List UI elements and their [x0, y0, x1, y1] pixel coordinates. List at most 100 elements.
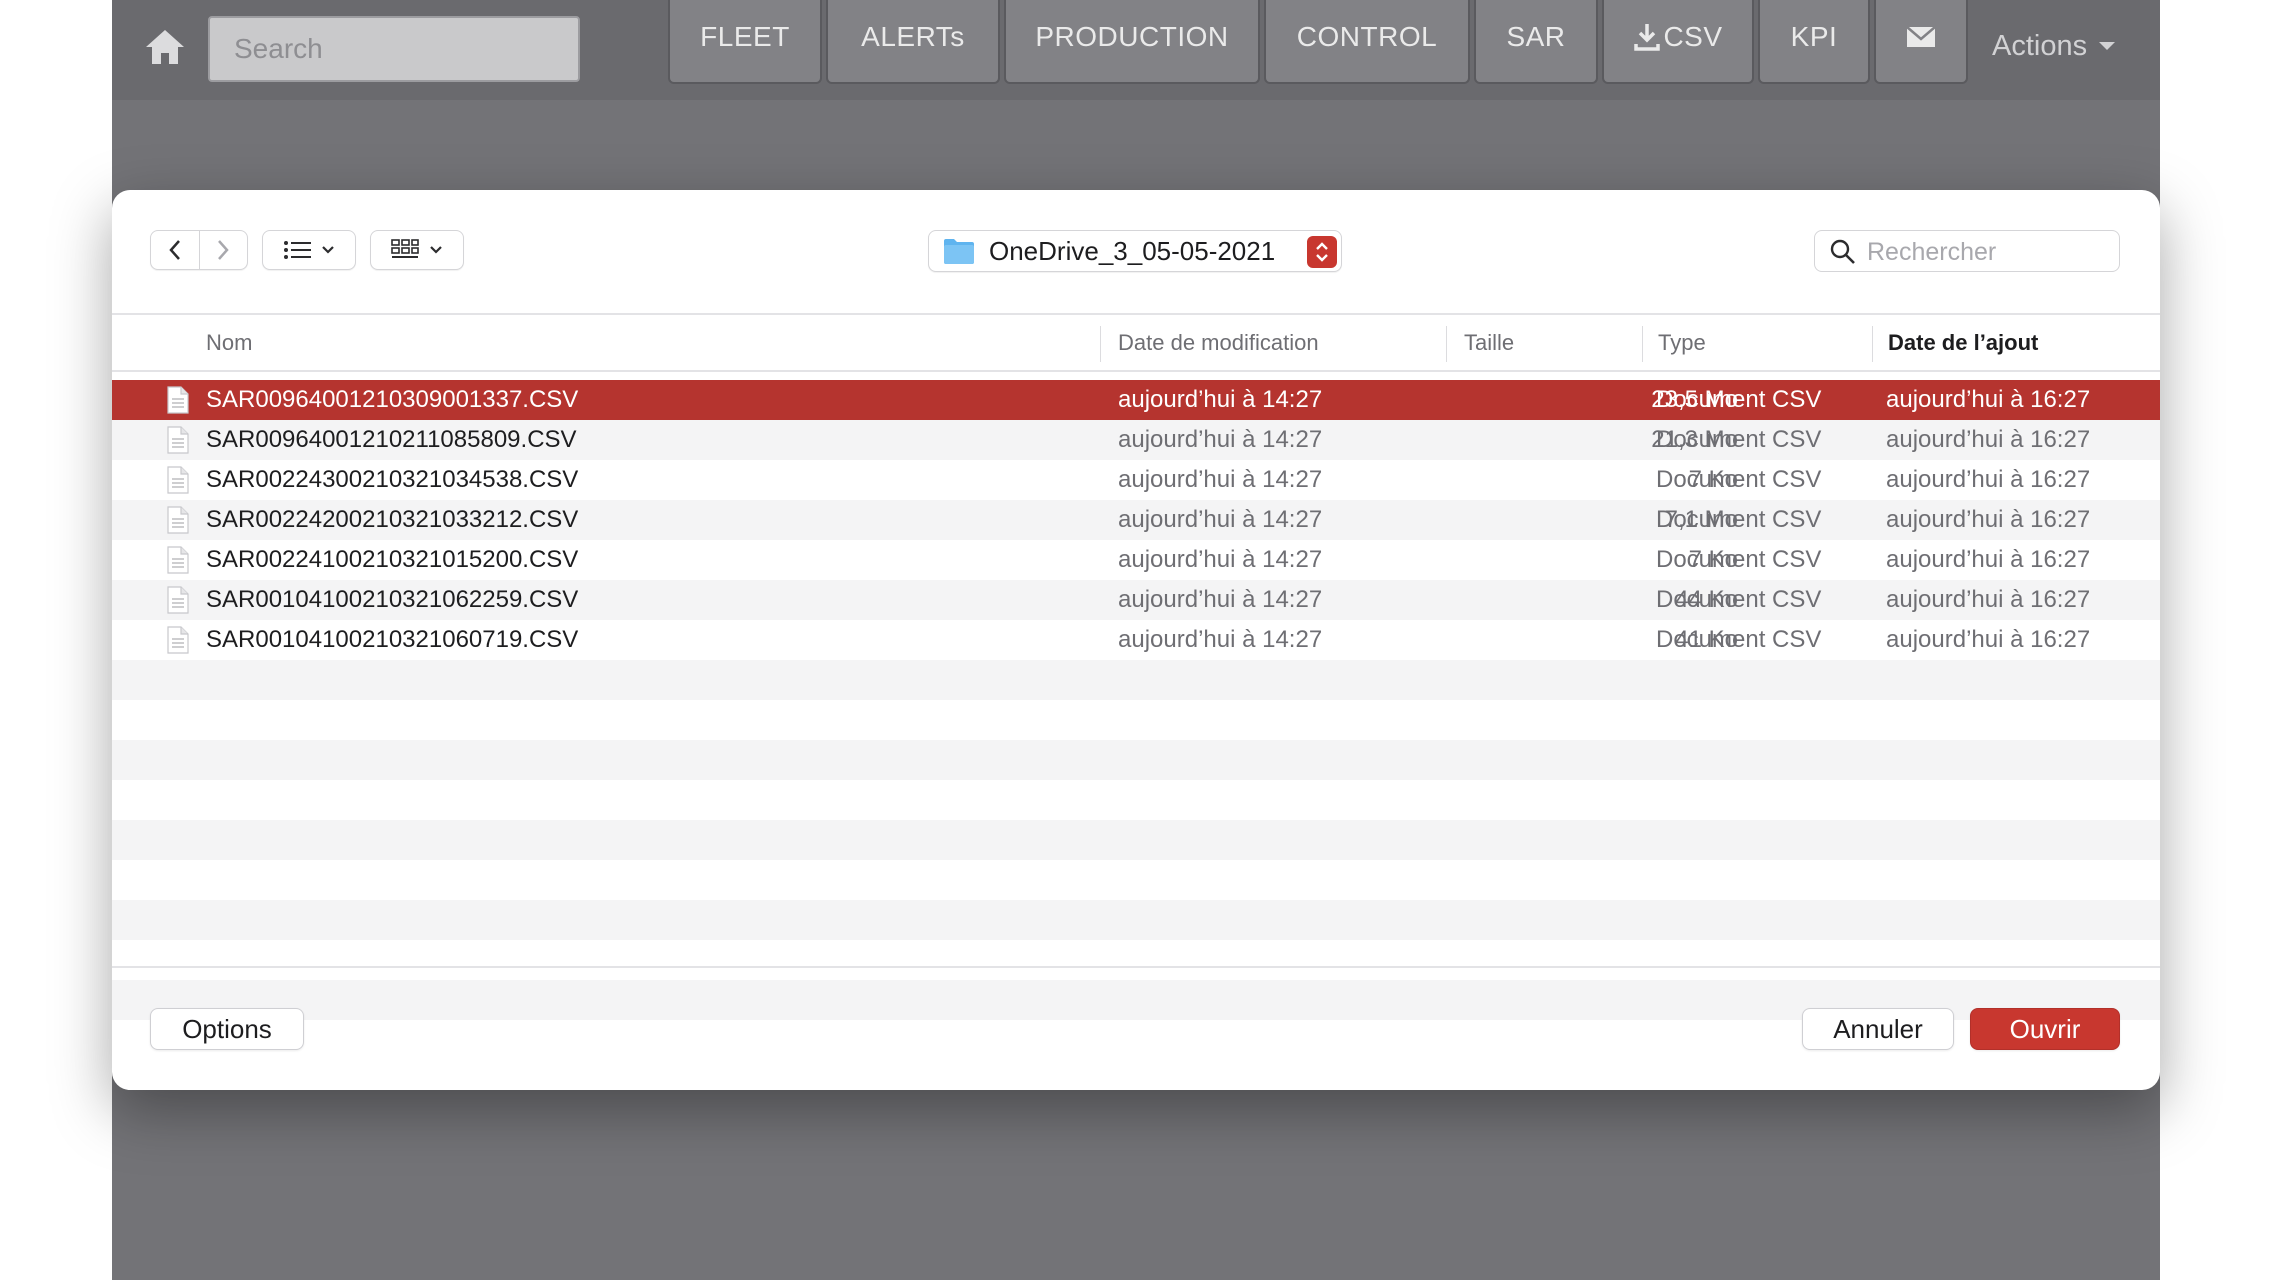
open-label: Ouvrir [2009, 1013, 2081, 1044]
dialog-toolbar: OneDrive_3_05-05-2021 [112, 190, 2160, 314]
empty-row-stripe [112, 660, 2160, 700]
location-stepper[interactable] [1307, 236, 1337, 268]
actions-label: Actions [1992, 29, 2088, 62]
nav-production-label: PRODUCTION [1035, 21, 1229, 52]
document-icon [167, 506, 189, 534]
empty-row-stripe [112, 740, 2160, 780]
column-header-modified[interactable]: Date de modification [1106, 316, 1446, 370]
file-type: Document CSV [1656, 386, 1822, 413]
file-type: Document CSV [1656, 626, 1822, 653]
file-name: SAR00964001210309001337.CSV [206, 386, 579, 413]
column-separator [1872, 326, 1873, 362]
finder-search-field[interactable] [1814, 230, 2120, 272]
empty-row-stripe [112, 900, 2160, 940]
file-added: aujourd’hui à 16:27 [1886, 466, 2091, 493]
up-down-chevron-icon [1316, 242, 1328, 262]
app-background: FLEET ALERTs PRODUCTION CONTROL SAR CSV … [112, 0, 2160, 1280]
file-type: Document CSV [1656, 426, 1822, 453]
grid-view-button[interactable] [370, 230, 464, 270]
open-button[interactable]: Ouvrir [1970, 1008, 2120, 1050]
location-label: OneDrive_3_05-05-2021 [989, 235, 1276, 266]
forward-button[interactable] [200, 231, 248, 269]
file-type: Document CSV [1656, 506, 1822, 533]
nav-search-input[interactable] [208, 16, 580, 82]
caret-down-icon [2099, 42, 2116, 50]
top-navbar: FLEET ALERTs PRODUCTION CONTROL SAR CSV … [112, 0, 2160, 100]
column-header-name[interactable]: Nom [194, 316, 1214, 370]
file-row[interactable]: SAR00104100210321062259.CSV aujourd’hui … [112, 580, 2160, 620]
column-header-type[interactable]: Type [1646, 316, 1872, 370]
options-label: Options [182, 1013, 272, 1044]
empty-row-stripe [112, 820, 2160, 860]
document-icon [167, 386, 189, 414]
footer-divider [112, 966, 2160, 968]
grid-icon [391, 239, 419, 258]
file-name: SAR00104100210321060719.CSV [206, 626, 579, 653]
column-header-type-label: Type [1658, 330, 1706, 355]
file-row[interactable]: SAR00224100210321015200.CSV aujourd’hui … [112, 540, 2160, 580]
finder-search-input[interactable] [1865, 233, 2109, 271]
nav-production-button[interactable]: PRODUCTION [1004, 0, 1260, 84]
file-type: Document CSV [1656, 466, 1822, 493]
nav-fleet-label: FLEET [700, 21, 790, 52]
file-added: aujourd’hui à 16:27 [1886, 386, 2091, 413]
list-view-button[interactable] [262, 230, 356, 270]
nav-control-label: CONTROL [1296, 21, 1438, 52]
file-added: aujourd’hui à 16:27 [1886, 546, 2091, 573]
file-name: SAR00964001210211085809.CSV [206, 426, 577, 453]
file-name: SAR00224300210321034538.CSV [206, 466, 579, 493]
options-button[interactable]: Options [150, 1008, 304, 1050]
document-icon [167, 466, 189, 494]
nav-sar-button[interactable]: SAR [1474, 0, 1598, 84]
file-added: aujourd’hui à 16:27 [1886, 626, 2091, 653]
column-separator [1446, 326, 1447, 362]
file-open-dialog: OneDrive_3_05-05-2021 Nom [112, 190, 2160, 1090]
nav-alerts-button[interactable]: ALERTs [826, 0, 1000, 84]
location-popup[interactable]: OneDrive_3_05-05-2021 [928, 230, 1342, 272]
nav-csv-button[interactable]: CSV [1602, 0, 1754, 84]
chevron-down-icon [430, 246, 442, 254]
nav-csv-content: CSV [1633, 21, 1722, 53]
column-separator [1100, 326, 1101, 362]
home-icon[interactable] [142, 24, 188, 70]
column-separator [1642, 326, 1643, 362]
column-header-size-label: Taille [1464, 330, 1515, 355]
column-header-size[interactable]: Taille [1452, 316, 1642, 370]
document-icon [167, 426, 189, 454]
history-nav [150, 230, 248, 270]
file-row[interactable]: SAR00224300210321034538.CSV aujourd’hui … [112, 460, 2160, 500]
column-header-added-label: Date de l’ajout [1888, 330, 2039, 355]
file-row[interactable]: SAR00104100210321060719.CSV aujourd’hui … [112, 620, 2160, 660]
nav-sar-label: SAR [1506, 21, 1566, 52]
mail-icon [1906, 26, 1936, 47]
folder-icon [944, 239, 974, 264]
document-icon [167, 626, 189, 654]
file-row[interactable]: SAR00964001210309001337.CSV aujourd’hui … [112, 380, 2160, 420]
cancel-button[interactable]: Annuler [1802, 1008, 1954, 1050]
file-name: SAR00224200210321033212.CSV [206, 506, 579, 533]
file-row[interactable]: SAR00224200210321033212.CSV aujourd’hui … [112, 500, 2160, 540]
nav-fleet-button[interactable]: FLEET [668, 0, 822, 84]
nav-alerts-label: ALERTs [861, 21, 965, 52]
back-button[interactable] [151, 231, 200, 269]
toolbar-divider [112, 313, 2160, 315]
search-icon [1830, 239, 1855, 264]
cancel-label: Annuler [1833, 1013, 1923, 1044]
file-name: SAR00104100210321062259.CSV [206, 586, 579, 613]
document-icon [167, 546, 189, 574]
file-name: SAR00224100210321015200.CSV [206, 546, 579, 573]
document-icon [167, 586, 189, 614]
nav-csv-label: CSV [1663, 21, 1723, 52]
nav-mail-button[interactable] [1874, 0, 1968, 84]
nav-control-button[interactable]: CONTROL [1264, 0, 1470, 84]
file-type: Document CSV [1656, 586, 1822, 613]
nav-kpi-button[interactable]: KPI [1758, 0, 1870, 84]
file-row[interactable]: SAR00964001210211085809.CSV aujourd’hui … [112, 420, 2160, 460]
chevron-down-icon [322, 246, 334, 254]
column-header-name-label: Nom [206, 330, 253, 355]
actions-dropdown[interactable]: Actions [1992, 26, 2116, 66]
chevron-left-icon [169, 240, 180, 260]
file-added: aujourd’hui à 16:27 [1886, 426, 2091, 453]
header-divider [112, 370, 2160, 372]
column-header-added[interactable]: Date de l’ajout [1876, 316, 2156, 370]
